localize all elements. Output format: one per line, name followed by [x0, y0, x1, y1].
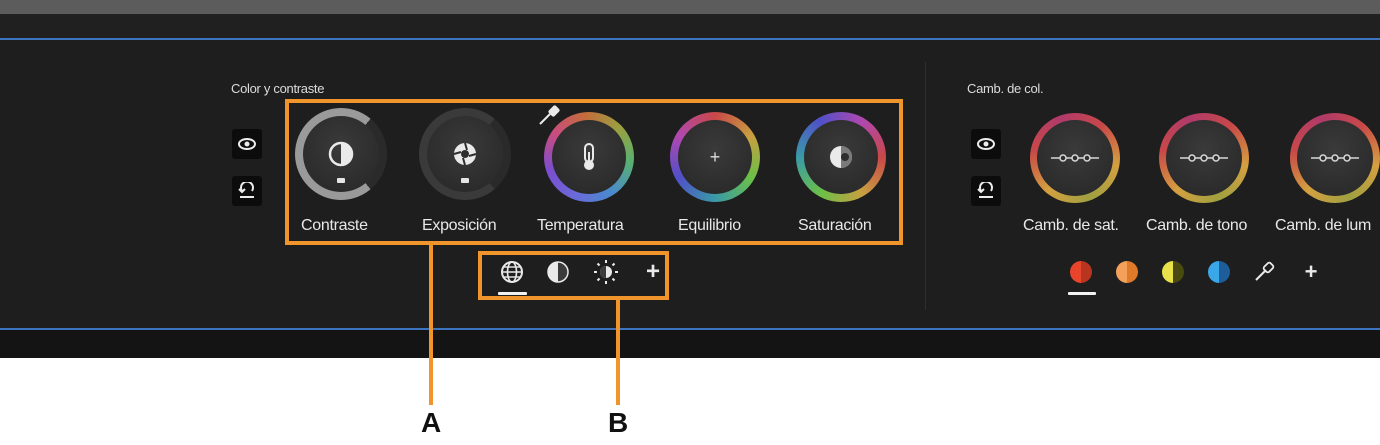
section-divider	[925, 62, 926, 310]
swatch-yellow[interactable]	[1162, 261, 1184, 283]
callout-label-b: B	[608, 407, 629, 438]
top-bar-secondary	[0, 14, 1380, 38]
swatch-orange[interactable]	[1116, 261, 1138, 283]
bottom-bar	[0, 330, 1380, 358]
hue-shift-label: Camb. de tono	[1146, 217, 1248, 234]
eye-icon	[238, 138, 256, 150]
lum-shift-label: Camb. de lum	[1275, 217, 1371, 234]
section-title-color-shift: Camb. de col.	[967, 81, 1044, 96]
hue-shift-dial[interactable]	[1159, 113, 1249, 203]
callout-box-b	[478, 251, 669, 300]
callout-line-b	[616, 300, 620, 405]
slider-points-icon	[1311, 154, 1359, 162]
callout-line-a	[429, 245, 433, 405]
reset-icon	[238, 182, 254, 198]
sat-shift-label: Camb. de sat.	[1023, 217, 1119, 234]
swatch-blue[interactable]	[1208, 261, 1230, 283]
selected-swatch-underline	[1068, 292, 1096, 295]
section-title-color-contrast: Color y contraste	[231, 81, 325, 96]
slider-points-icon	[1051, 154, 1099, 162]
swatch-red[interactable]	[1070, 261, 1092, 283]
top-bar	[0, 0, 1380, 14]
plus-icon: +	[1304, 259, 1318, 284]
toggle-visibility-button[interactable]	[232, 129, 262, 159]
reset-button-2[interactable]	[971, 176, 1001, 206]
eye-icon	[977, 138, 995, 150]
lum-shift-dial[interactable]	[1290, 113, 1380, 203]
add-color-button[interactable]: +	[1298, 258, 1324, 286]
callout-box-a	[285, 99, 903, 245]
slider-points-icon	[1180, 154, 1228, 162]
eyedropper-icon-2[interactable]	[1252, 260, 1276, 284]
reset-icon	[977, 182, 993, 198]
callout-label-a: A	[421, 407, 442, 438]
reset-button[interactable]	[232, 176, 262, 206]
sat-shift-dial[interactable]	[1030, 113, 1120, 203]
toggle-visibility-button-2[interactable]	[971, 129, 1001, 159]
